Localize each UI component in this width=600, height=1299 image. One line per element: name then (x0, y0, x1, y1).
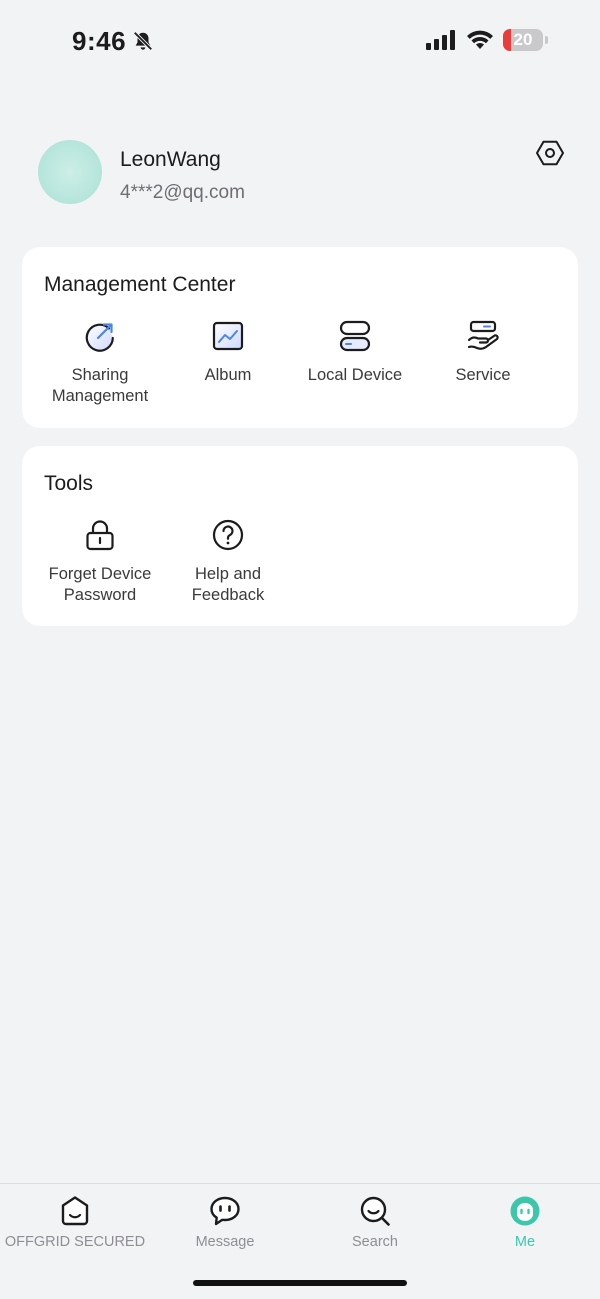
status-bar: 9:46 20 (0, 0, 600, 80)
management-center-card: Management Center Sharing Management Alb (22, 247, 578, 428)
sharing-icon (85, 323, 114, 352)
tab-me-label: Me (514, 1234, 536, 1250)
tab-search[interactable]: Search (300, 1194, 450, 1250)
signal-icon (426, 30, 455, 50)
message-icon (210, 1196, 240, 1226)
album-icon (212, 321, 244, 351)
battery-icon: 20 (503, 29, 548, 51)
avatar[interactable] (38, 140, 102, 204)
tab-message[interactable]: Message (150, 1194, 300, 1250)
tools-title: Tools (44, 472, 94, 495)
management-center-title: Management Center (44, 273, 236, 296)
tools-card: Tools Forget Device Password Help and Fe… (22, 446, 578, 626)
service-button[interactable]: Service (419, 319, 547, 386)
help-icon (212, 519, 244, 551)
wifi-icon (467, 30, 493, 49)
album-label: Album (204, 366, 252, 384)
help-and-feedback-label: Help and Feedback (191, 565, 265, 604)
service-icon (467, 320, 499, 350)
user-email: 4***2@qq.com (120, 182, 245, 203)
tab-offgrid-secured-label: OFFGRID SECURED (4, 1234, 146, 1250)
search-icon (360, 1196, 390, 1226)
status-time: 9:46 (72, 26, 127, 56)
lock-icon (86, 520, 114, 551)
tab-offgrid-secured[interactable]: OFFGRID SECURED (0, 1194, 150, 1250)
home-indicator (193, 1280, 407, 1286)
help-and-feedback-button[interactable]: Help and Feedback (164, 518, 292, 606)
tab-search-label: Search (352, 1234, 398, 1250)
forget-device-password-label: Forget Device Password (48, 565, 152, 604)
service-label: Service (455, 366, 511, 384)
settings-hexagon-icon[interactable] (534, 137, 566, 169)
battery-text: 20 (513, 30, 533, 49)
home-icon (61, 1196, 89, 1226)
tab-message-label: Message (195, 1234, 255, 1250)
bell-slash-icon (133, 31, 153, 51)
sharing-management-label: Sharing Management (51, 366, 149, 405)
user-name[interactable]: LeonWang (120, 148, 221, 172)
local-device-button[interactable]: Local Device (291, 319, 419, 386)
album-button[interactable]: Album (164, 319, 292, 386)
forget-device-password-button[interactable]: Forget Device Password (36, 518, 164, 606)
local-device-icon (339, 320, 371, 352)
me-icon (510, 1196, 540, 1226)
sharing-management-button[interactable]: Sharing Management (36, 319, 164, 407)
tab-me[interactable]: Me (450, 1194, 600, 1250)
local-device-label: Local Device (307, 366, 403, 384)
